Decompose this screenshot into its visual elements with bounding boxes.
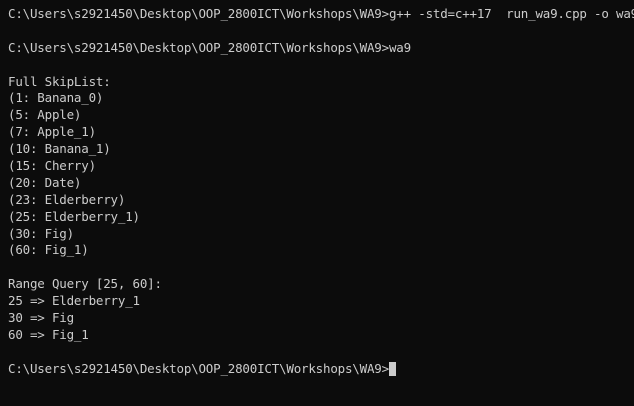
range-query-entry: 25 => Elderberry_1	[8, 293, 140, 309]
compile-command: g++ -std=c++17 run_wa9.cpp -o wa9	[388, 6, 634, 21]
prompt-path: C:\Users\s2921450\Desktop\OOP_2800ICT\Wo…	[8, 39, 389, 55]
skiplist-entry: (23: Elderberry)	[8, 191, 126, 207]
run-line: C:\Users\s2921450\Desktop\OOP_2800ICT\Wo…	[8, 40, 634, 57]
run-command: wa9	[388, 39, 411, 55]
skiplist-header: Full SkipList:	[8, 73, 111, 89]
skiplist-entry: (25: Elderberry_1)	[8, 208, 140, 224]
range-query-entry: 60 => Fig_1	[8, 326, 89, 342]
skiplist-entry: (30: Fig)	[8, 225, 74, 241]
terminal-window[interactable]: C:\Users\s2921450\Desktop\OOP_2800ICT\Wo…	[0, 0, 634, 406]
range-query-header: Range Query [25, 60]:	[8, 276, 162, 292]
final-prompt-line[interactable]: C:\Users\s2921450\Desktop\OOP_2800ICT\Wo…	[8, 361, 634, 378]
skiplist-entry: (20: Date)	[8, 174, 82, 190]
skiplist-entry: (10: Banana_1)	[8, 141, 111, 157]
compile-line: C:\Users\s2921450\Desktop\OOP_2800ICT\Wo…	[8, 6, 634, 23]
prompt-path: C:\Users\s2921450\Desktop\OOP_2800ICT\Wo…	[8, 6, 389, 21]
skiplist-entry: (7: Apple_1)	[8, 124, 96, 140]
skiplist-entry: (5: Apple)	[8, 107, 82, 123]
skiplist-entry: (15: Cherry)	[8, 158, 96, 174]
text-cursor	[388, 362, 396, 377]
skiplist-entry: (60: Fig_1)	[8, 242, 89, 258]
range-query-entry: 30 => Fig	[8, 310, 74, 326]
prompt-path: C:\Users\s2921450\Desktop\OOP_2800ICT\Wo…	[8, 360, 389, 376]
skiplist-entry: (1: Banana_0)	[8, 90, 104, 106]
